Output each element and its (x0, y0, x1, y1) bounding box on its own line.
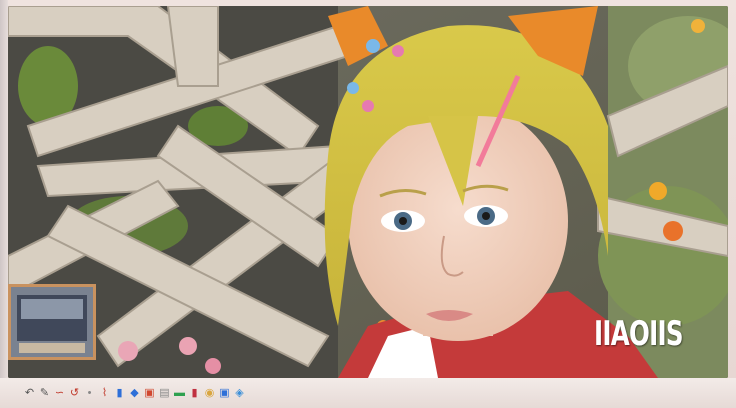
drop-icon[interactable]: • (84, 387, 95, 399)
export-icon[interactable]: ▣ (219, 387, 230, 399)
thumbnail-image (11, 287, 93, 357)
share-icon[interactable]: ◈ (234, 387, 245, 399)
undo-icon[interactable]: ↶ (24, 387, 35, 399)
watermark-text: IIAOIIS (594, 314, 684, 354)
curve-icon[interactable]: ∽ (54, 387, 65, 399)
fill-icon[interactable]: ▮ (189, 387, 200, 399)
shape-icon[interactable]: ◆ (129, 387, 140, 399)
bottom-toolbar: ↶ ✎ ∽ ↺ • ⌇ ▮ ◆ ▣ ▤ ▬ ▮ ◉ ▣ ◈ (0, 378, 736, 408)
left-rail (0, 0, 8, 408)
crop-icon[interactable]: ▤ (159, 387, 170, 399)
eraser-icon[interactable]: ▬ (174, 387, 185, 399)
text-tool-icon[interactable]: ▮ (114, 387, 125, 399)
palette-icon[interactable]: ◉ (204, 387, 215, 399)
layer-icon[interactable]: ▣ (144, 387, 155, 399)
thumbnail-preview[interactable] (8, 284, 96, 360)
brush-icon[interactable]: ⌇ (99, 387, 110, 399)
loop-icon[interactable]: ↺ (69, 387, 80, 399)
pencil-icon[interactable]: ✎ (39, 387, 50, 399)
